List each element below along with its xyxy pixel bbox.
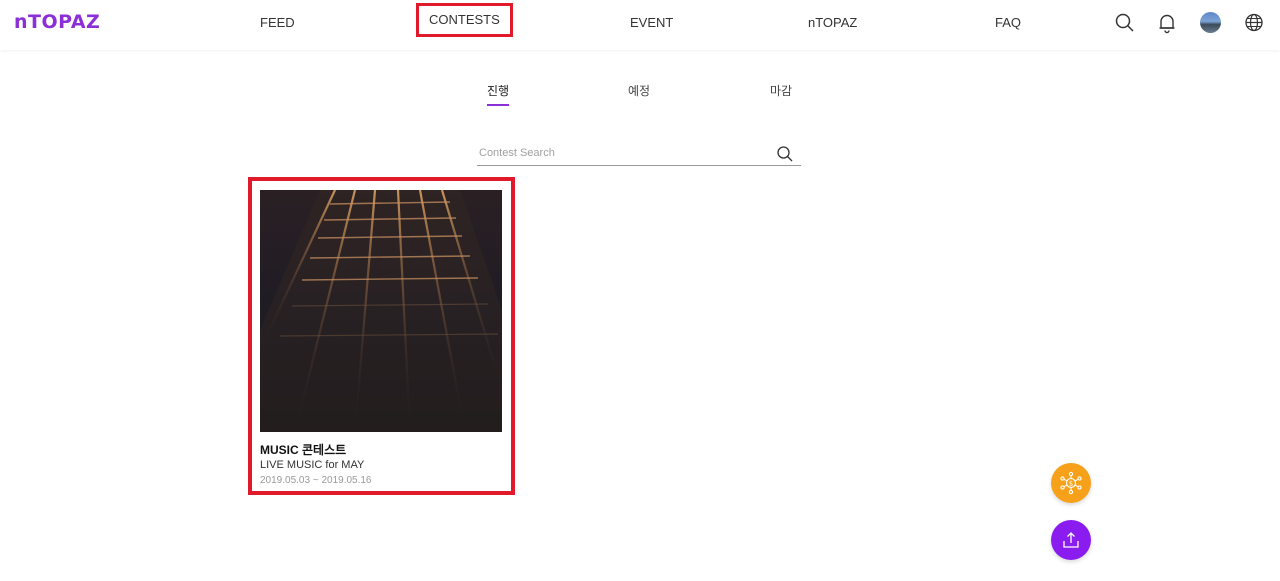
upload-icon — [1063, 532, 1079, 548]
logo[interactable]: nTOPAZ — [14, 11, 100, 33]
contest-date: 2019.05.03 ~ 2019.05.16 — [260, 475, 372, 486]
contest-subtitle: LIVE MUSIC for MAY — [260, 459, 365, 471]
search-icon[interactable] — [1113, 11, 1137, 35]
contest-card[interactable]: MUSIC 콘테스트 LIVE MUSIC for MAY 2019.05.03… — [248, 177, 515, 495]
search-button-icon[interactable] — [775, 144, 795, 164]
contest-thumbnail-guitar — [260, 190, 502, 432]
tab-upcoming[interactable]: 예정 — [628, 82, 650, 99]
svg-text:$: $ — [1069, 480, 1073, 488]
upload-button[interactable] — [1051, 520, 1091, 560]
nav-faq[interactable]: FAQ — [995, 13, 1021, 33]
tab-closed[interactable]: 마감 — [770, 82, 792, 99]
nav-event[interactable]: EVENT — [630, 13, 673, 33]
tab-ongoing[interactable]: 진행 — [487, 82, 510, 106]
search-input[interactable] — [479, 142, 769, 164]
network-dollar-button[interactable]: $ — [1051, 463, 1091, 503]
contest-title: MUSIC 콘테스트 — [260, 443, 347, 457]
nav-contests[interactable]: CONTESTS — [416, 3, 513, 37]
globe-icon[interactable] — [1242, 11, 1266, 35]
nav-ntopaz[interactable]: nTOPAZ — [808, 13, 857, 33]
top-header: nTOPAZ FEED CONTESTS EVENT nTOPAZ FAQ — [0, 0, 1280, 50]
contest-search — [477, 140, 801, 166]
nav-feed[interactable]: FEED — [260, 13, 295, 33]
avatar[interactable] — [1200, 12, 1221, 33]
network-dollar-icon: $ — [1060, 471, 1082, 495]
bell-icon[interactable] — [1155, 11, 1179, 35]
